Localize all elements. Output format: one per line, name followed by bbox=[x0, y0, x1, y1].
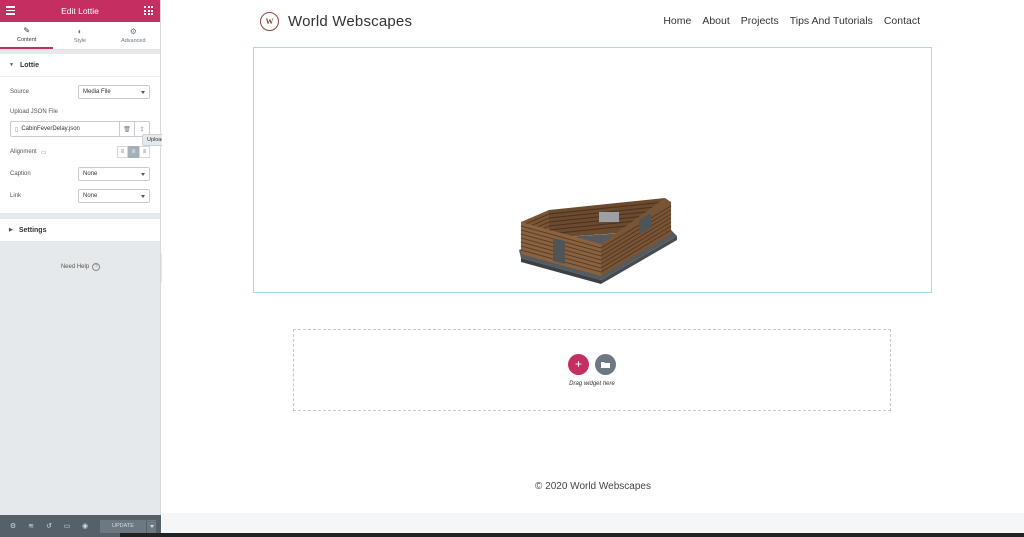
gear-icon: ⚙ bbox=[129, 26, 137, 36]
drop-zone-text: Drag widget here bbox=[569, 380, 615, 387]
panel-tabs: ✎ Content ◐ Style ⚙ Advanced bbox=[0, 22, 160, 50]
file-name: CabinFeverDelay.json bbox=[21, 126, 80, 132]
source-label: Source bbox=[10, 89, 30, 95]
add-section-button[interactable]: + bbox=[568, 353, 589, 375]
nav-projects[interactable]: Projects bbox=[741, 15, 779, 27]
site-brand[interactable]: W World Webscapes bbox=[260, 11, 413, 31]
upload-json-label: Upload JSON File bbox=[10, 109, 59, 115]
site-copyright: © 2020 World Webscapes bbox=[535, 481, 651, 492]
nav-contact[interactable]: Contact bbox=[884, 15, 920, 27]
caption-row: Caption None bbox=[10, 163, 150, 185]
file-name-area[interactable]: ▯ CabinFeverDelay.json bbox=[11, 126, 119, 133]
caption-value: None bbox=[83, 171, 98, 177]
add-template-button[interactable] bbox=[595, 353, 616, 375]
caret-down-icon bbox=[141, 90, 145, 94]
layers-icon[interactable]: ≋ bbox=[22, 515, 40, 537]
upload-icon: ⇪ bbox=[139, 126, 145, 133]
screen-edge bbox=[120, 533, 1024, 537]
cabin-animation bbox=[519, 198, 677, 284]
caret-down-icon bbox=[141, 172, 145, 176]
alignment-label: Alignment bbox=[10, 149, 37, 155]
tab-content[interactable]: ✎ Content bbox=[0, 22, 54, 49]
settings-section-toggle[interactable]: ▶ Settings bbox=[0, 219, 160, 241]
history-icon[interactable]: ↺ bbox=[40, 515, 58, 537]
site-logo: W bbox=[260, 11, 279, 31]
editor-panel: Edit Lottie ✎ Content ◐ Style ⚙ Advanced… bbox=[0, 0, 161, 537]
file-upload-field: ▯ CabinFeverDelay.json 🗑 ⇪ bbox=[10, 121, 150, 137]
alignment-label-group: Alignment ▭ bbox=[10, 149, 46, 156]
hamburger-menu-icon[interactable] bbox=[6, 6, 15, 15]
half-circle-icon: ◐ bbox=[77, 26, 83, 36]
site-header: W World Webscapes Home About Projects Ti… bbox=[260, 10, 920, 32]
responsive-icon[interactable]: ▭ bbox=[58, 515, 76, 537]
nav-about[interactable]: About bbox=[702, 15, 729, 27]
alignment-row: Alignment ▭ ≡ ≡ ≡ bbox=[10, 141, 150, 163]
update-button[interactable]: UPDATE bbox=[100, 519, 146, 533]
file-icon: ▯ bbox=[15, 126, 19, 133]
lottie-section-toggle[interactable]: ▼ Lottie bbox=[0, 54, 160, 76]
lottie-widget[interactable] bbox=[253, 47, 932, 293]
caret-down-icon: ▼ bbox=[9, 62, 14, 68]
link-select[interactable]: None bbox=[78, 189, 150, 203]
need-help-label: Need Help bbox=[60, 264, 90, 270]
nav-home[interactable]: Home bbox=[663, 15, 691, 27]
caption-select[interactable]: None bbox=[78, 167, 150, 181]
tab-style-label: Style bbox=[73, 37, 87, 44]
folder-icon bbox=[601, 361, 610, 368]
settings-section-title: Settings bbox=[18, 226, 47, 234]
alignment-choices: ≡ ≡ ≡ bbox=[117, 146, 150, 158]
link-value: None bbox=[83, 193, 98, 199]
align-left-button[interactable]: ≡ bbox=[117, 146, 128, 158]
need-help-link[interactable]: Need Help? bbox=[0, 263, 161, 271]
caption-label: Caption bbox=[10, 171, 31, 177]
tab-advanced-label: Advanced bbox=[121, 37, 146, 44]
site-title: World Webscapes bbox=[288, 12, 413, 30]
plus-icon: + bbox=[574, 357, 582, 371]
widgets-grid-icon[interactable] bbox=[144, 6, 153, 15]
link-label: Link bbox=[10, 193, 22, 199]
desktop-icon[interactable]: ▭ bbox=[41, 149, 47, 156]
tab-content-label: Content bbox=[17, 36, 37, 43]
align-center-button[interactable]: ≡ bbox=[128, 146, 139, 158]
align-right-icon: ≡ bbox=[142, 149, 147, 155]
caret-down-icon bbox=[149, 524, 154, 528]
link-row: Link None bbox=[10, 185, 150, 207]
nav-tips-and-tutorials[interactable]: Tips And Tutorials bbox=[790, 15, 873, 27]
align-right-button[interactable]: ≡ bbox=[139, 146, 150, 158]
pencil-icon: ✎ bbox=[23, 25, 31, 35]
preview-eye-icon[interactable]: ◉ bbox=[76, 515, 94, 537]
panel-header: Edit Lottie bbox=[0, 0, 160, 22]
lottie-controls: Source Media File Upload JSON File ▯ Cab… bbox=[0, 76, 160, 213]
panel-title: Edit Lottie bbox=[61, 6, 99, 16]
align-left-icon: ≡ bbox=[120, 149, 125, 155]
caret-right-icon: ▶ bbox=[9, 227, 13, 233]
tab-advanced[interactable]: ⚙ Advanced bbox=[107, 22, 160, 49]
update-options-button[interactable] bbox=[146, 519, 156, 533]
align-center-icon: ≡ bbox=[131, 149, 136, 155]
page-preview: W World Webscapes Home About Projects Ti… bbox=[162, 0, 1024, 513]
logo-letter: W bbox=[265, 16, 274, 26]
settings-gear-icon[interactable]: ⚙ bbox=[4, 515, 22, 537]
source-row: Source Media File bbox=[10, 81, 150, 103]
delete-file-button[interactable]: 🗑 bbox=[119, 122, 134, 136]
source-value: Media File bbox=[83, 89, 111, 95]
tab-style[interactable]: ◐ Style bbox=[53, 22, 106, 49]
trash-icon: 🗑 bbox=[123, 126, 131, 133]
drop-zone-buttons: + bbox=[568, 353, 616, 375]
source-select[interactable]: Media File bbox=[78, 85, 150, 99]
caret-down-icon bbox=[141, 194, 145, 198]
question-icon: ? bbox=[92, 263, 101, 271]
drop-zone[interactable]: + Drag widget here bbox=[293, 329, 891, 411]
lottie-section-title: Lottie bbox=[19, 61, 40, 69]
main-nav: Home About Projects Tips And Tutorials C… bbox=[663, 15, 920, 27]
